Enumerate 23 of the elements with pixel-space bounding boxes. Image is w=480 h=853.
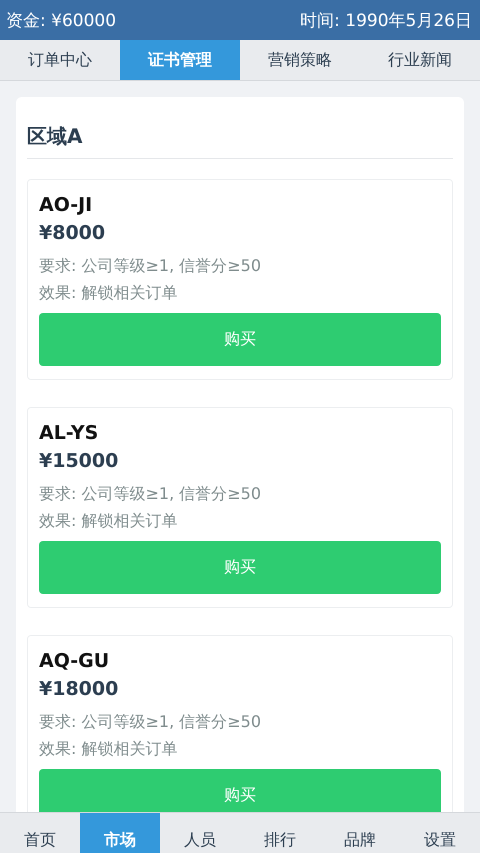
nav-item[interactable]: 品牌 [320, 813, 400, 853]
effect-text: 效果: 解锁相关订单 [39, 738, 178, 760]
tab[interactable]: 订单中心 [0, 40, 120, 80]
certificate-price: ¥18000 [39, 677, 120, 702]
effect-text: 效果: 解锁相关订单 [39, 510, 178, 532]
requirement-text: 要求: 公司等级≥1, 信誉分≥50 [39, 483, 262, 505]
section-title: 区域A [27, 113, 453, 159]
tab[interactable]: 行业新闻 [360, 40, 480, 80]
tab[interactable]: 营销策略 [240, 40, 360, 80]
nav-item[interactable]: 设置 [400, 813, 480, 853]
requirement-text: 要求: 公司等级≥1, 信誉分≥50 [39, 711, 262, 733]
requirement-text: 要求: 公司等级≥1, 信誉分≥50 [39, 255, 262, 277]
certificate-name: AL-YS [39, 421, 100, 446]
nav-item[interactable]: 首页 [0, 813, 80, 853]
certificate-name: AO-JI [39, 193, 94, 218]
certificate-price: ¥15000 [39, 449, 120, 474]
certificate-name: AQ-GU [39, 649, 110, 674]
nav-item[interactable]: 排行 [240, 813, 320, 853]
certificate-price: ¥8000 [39, 221, 106, 246]
date-label: 时间: 1990年5月26日 [300, 10, 472, 32]
nav-item[interactable]: 人员 [160, 813, 240, 853]
effect-text: 效果: 解锁相关订单 [39, 282, 178, 304]
funds-label: 资金: ¥60000 [6, 10, 116, 32]
